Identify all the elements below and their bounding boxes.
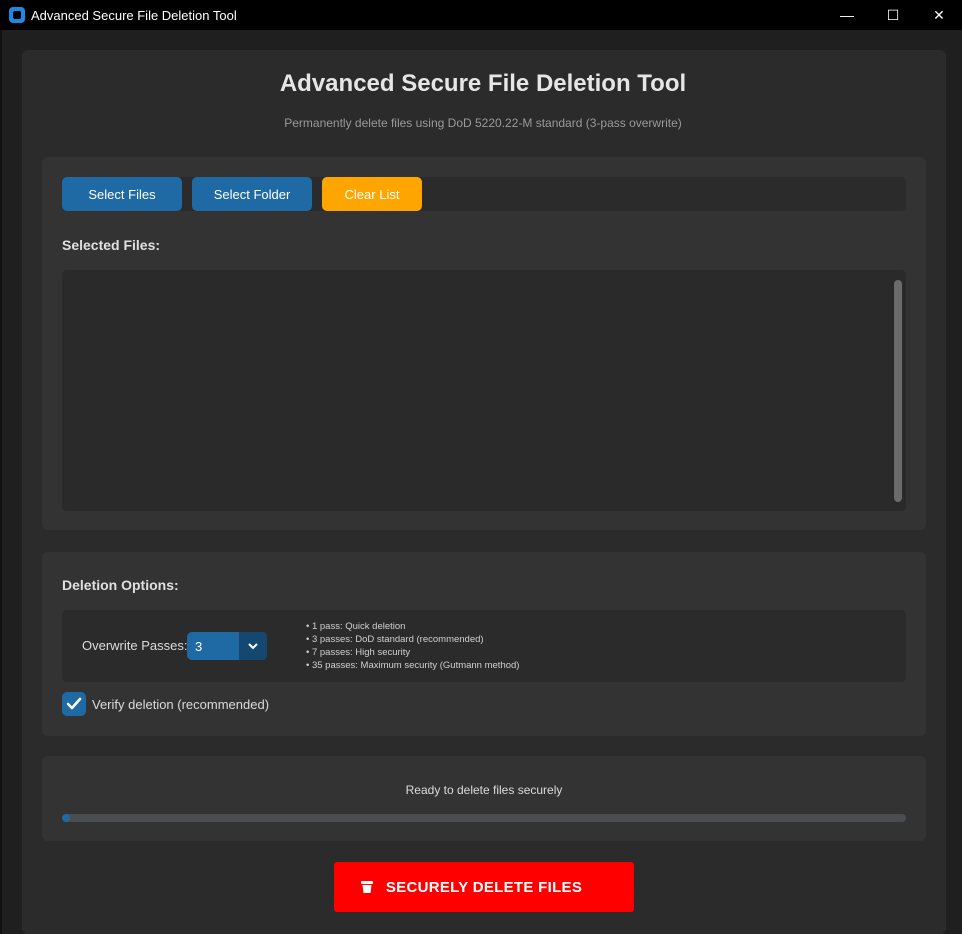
passes-info-list: • 1 pass: Quick deletion • 3 passes: DoD… [306,620,519,672]
checkmark-icon [66,697,82,710]
chevron-down-icon[interactable] [239,632,267,660]
file-button-bar [62,177,906,211]
passes-info-item: • 7 passes: High security [306,647,411,658]
maximize-button[interactable]: ☐ [870,0,916,30]
passes-value: 3 [195,638,203,654]
select-folder-button[interactable]: Select Folder [192,177,312,211]
page-subtitle: Permanently delete files using DoD 5220.… [284,116,682,130]
minimize-button[interactable]: — [824,0,870,30]
progress-bar [62,814,906,822]
passes-info-item: • 35 passes: Maximum security (Gutmann m… [306,660,520,671]
trash-icon [361,881,373,893]
file-list-scrollbar[interactable] [894,280,902,502]
window-title: Advanced Secure File Deletion Tool [31,7,237,23]
clear-list-button[interactable]: Clear List [322,177,422,211]
close-button[interactable]: ✕ [916,0,962,30]
page-title: Advanced Secure File Deletion Tool [279,70,687,97]
progress-fill [62,814,71,822]
passes-info-item: • 3 passes: DoD standard (recommended) [306,634,484,645]
window-titlebar: Advanced Secure File Deletion Tool — ☐ ✕ [0,0,962,30]
selected-files-label: Selected Files: [62,237,161,253]
status-text: Ready to delete files securely [405,783,563,797]
overwrite-passes-dropdown[interactable]: 3 [187,632,267,660]
progress-panel [42,756,926,841]
window-controls: — ☐ ✕ [824,0,962,30]
deletion-options-label: Deletion Options: [62,577,179,593]
securely-delete-button[interactable]: SECURELY DELETE FILES [334,862,634,912]
app-icon [9,7,25,23]
delete-button-label: SECURELY DELETE FILES [385,878,583,896]
verify-deletion-label: Verify deletion (recommended) [92,696,270,712]
overwrite-passes-label: Overwrite Passes: [82,638,188,653]
select-files-button[interactable]: Select Files [62,177,182,211]
verify-deletion-checkbox[interactable] [62,692,86,716]
verify-deletion-option[interactable]: Verify deletion (recommended) [62,692,269,716]
selected-files-list[interactable] [62,270,906,511]
window-edge [0,30,2,934]
passes-info-item: • 1 pass: Quick deletion [306,621,406,632]
